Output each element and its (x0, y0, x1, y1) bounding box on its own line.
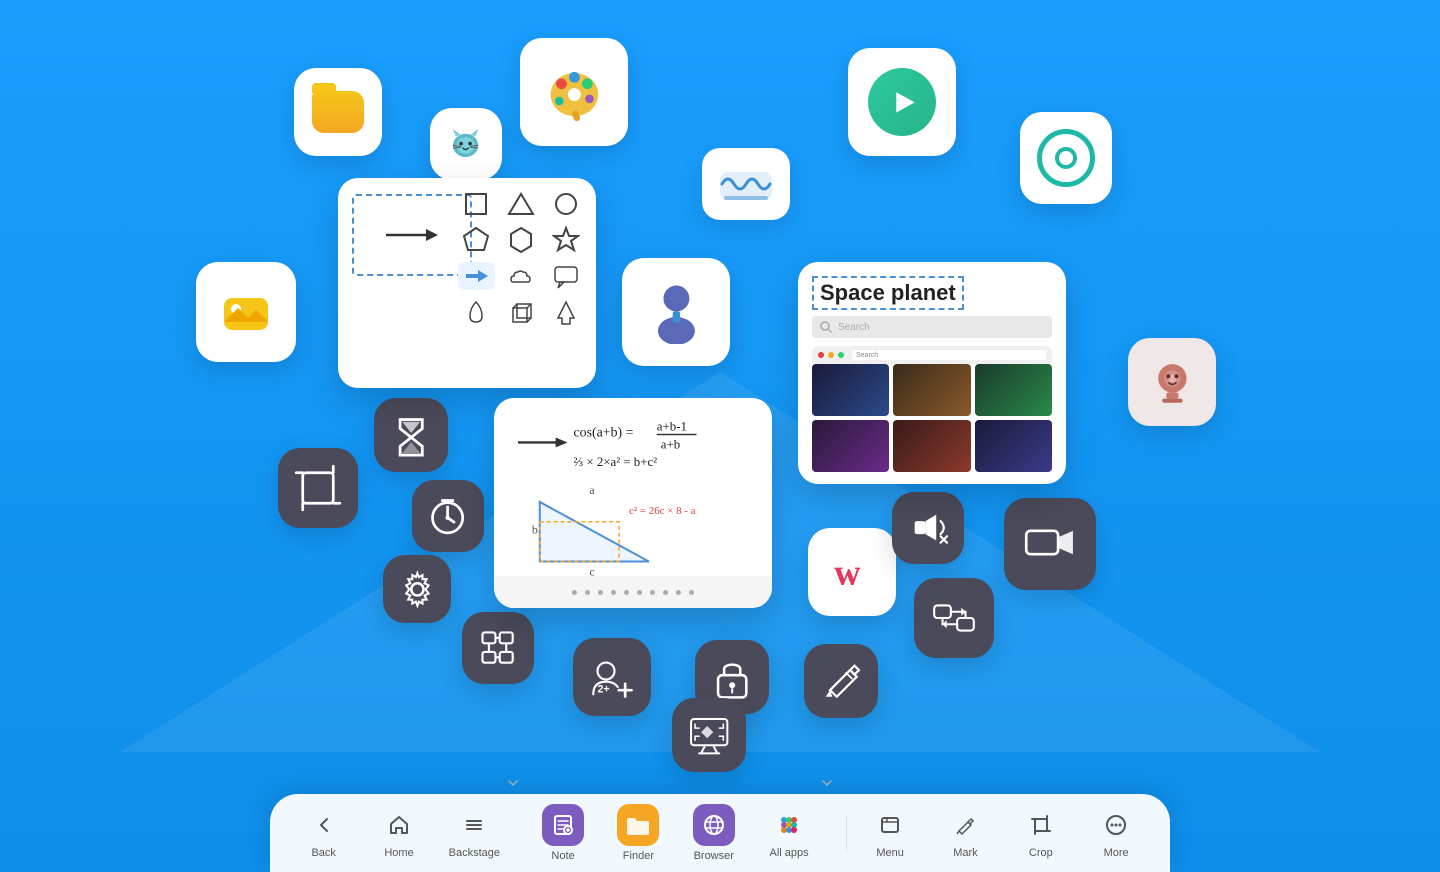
taskbar: Back Home Backstage (270, 794, 1170, 872)
shape-pentagon[interactable] (458, 226, 495, 254)
svg-text:a: a (589, 483, 595, 497)
backstage-chevron (506, 776, 520, 795)
settings-icon[interactable] (383, 555, 451, 623)
wps-icon[interactable]: w (808, 528, 896, 616)
add-user-icon[interactable]: 2+ (573, 638, 651, 716)
wave-icon[interactable] (702, 148, 790, 220)
space-img-1 (812, 364, 889, 416)
taskbar-menu[interactable]: Menu (858, 807, 922, 859)
svg-text:⅔ × 2×a² = b+c²: ⅔ × 2×a² = b+c² (573, 455, 657, 469)
files-icon[interactable] (294, 68, 382, 156)
screen-icon[interactable] (672, 698, 746, 772)
taskbar-backstage[interactable]: Backstage (442, 807, 506, 859)
shape-hex[interactable] (503, 226, 540, 254)
hourglass-icon[interactable] (374, 398, 448, 472)
svg-text:w: w (834, 551, 861, 592)
shape-triangle[interactable] (503, 190, 540, 218)
svg-text:c² = 26c × 8 - a: c² = 26c × 8 - a (629, 505, 696, 517)
gallery-icon[interactable] (196, 262, 296, 362)
shape-circle[interactable] (547, 190, 584, 218)
taskbar-back[interactable]: Back (292, 807, 356, 859)
svg-text:cos(a+b) =: cos(a+b) = (573, 425, 633, 440)
taskbar-crop[interactable]: Crop (1009, 807, 1073, 859)
cat-app-icon[interactable] (430, 108, 502, 180)
svg-text:b: b (532, 523, 538, 537)
space-card-title: Space planet (812, 276, 964, 310)
crop-dark-icon[interactable] (278, 448, 358, 528)
space-card: Space planet Search Search (798, 262, 1066, 484)
taskbar-divider (846, 815, 847, 851)
circle-cam-icon[interactable] (1020, 112, 1112, 204)
video-camera-icon[interactable] (1004, 498, 1096, 590)
space-images-grid (812, 364, 1052, 472)
svg-text:2+: 2+ (597, 683, 609, 695)
svg-text:a+b-1: a+b-1 (657, 420, 687, 434)
paint-app-icon[interactable] (520, 38, 628, 146)
taskbar-more[interactable]: More (1084, 807, 1148, 859)
space-img-3 (975, 364, 1052, 416)
allapps-chevron (820, 776, 834, 795)
shape-cloud[interactable] (503, 262, 540, 290)
taskbar-mark[interactable]: Mark (933, 807, 997, 859)
switch-icon[interactable] (914, 578, 994, 658)
shape-box3d[interactable] (503, 298, 540, 326)
space-img-6 (975, 420, 1052, 472)
shape-star[interactable] (547, 226, 584, 254)
speaker-icon[interactable] (892, 492, 964, 564)
shape-speech[interactable] (547, 262, 584, 290)
math-card: cos(a+b) = a+b-1 a+b ⅔ × 2×a² = b+c² b a… (494, 398, 772, 608)
taskbar-allapps[interactable]: All apps (757, 807, 821, 859)
shape-arrow2[interactable] (547, 298, 584, 326)
space-search-bar[interactable]: Search (812, 316, 1052, 338)
space-img-4 (812, 420, 889, 472)
pencil-icon[interactable] (804, 644, 878, 718)
clock-icon[interactable] (412, 480, 484, 552)
shape-teardrop[interactable] (458, 298, 495, 326)
compress-icon[interactable] (462, 612, 534, 684)
user-icon[interactable] (622, 258, 730, 366)
taskbar-browser[interactable]: Browser (682, 804, 746, 862)
taskbar-finder[interactable]: Finder (606, 804, 670, 862)
taskbar-home[interactable]: Home (367, 807, 431, 859)
space-img-5 (893, 420, 970, 472)
taskbar-note[interactable]: Note (531, 804, 595, 862)
webcam-icon[interactable] (1128, 338, 1216, 426)
shape-square[interactable] (458, 190, 495, 218)
space-img-2 (893, 364, 970, 416)
video-play-icon[interactable] (848, 48, 956, 156)
shape-editor-card (338, 178, 596, 388)
math-toolbar (494, 576, 772, 608)
svg-text:a+b: a+b (661, 437, 680, 451)
shape-arrow-selected[interactable] (458, 262, 495, 290)
search-placeholder: Search (838, 322, 870, 333)
